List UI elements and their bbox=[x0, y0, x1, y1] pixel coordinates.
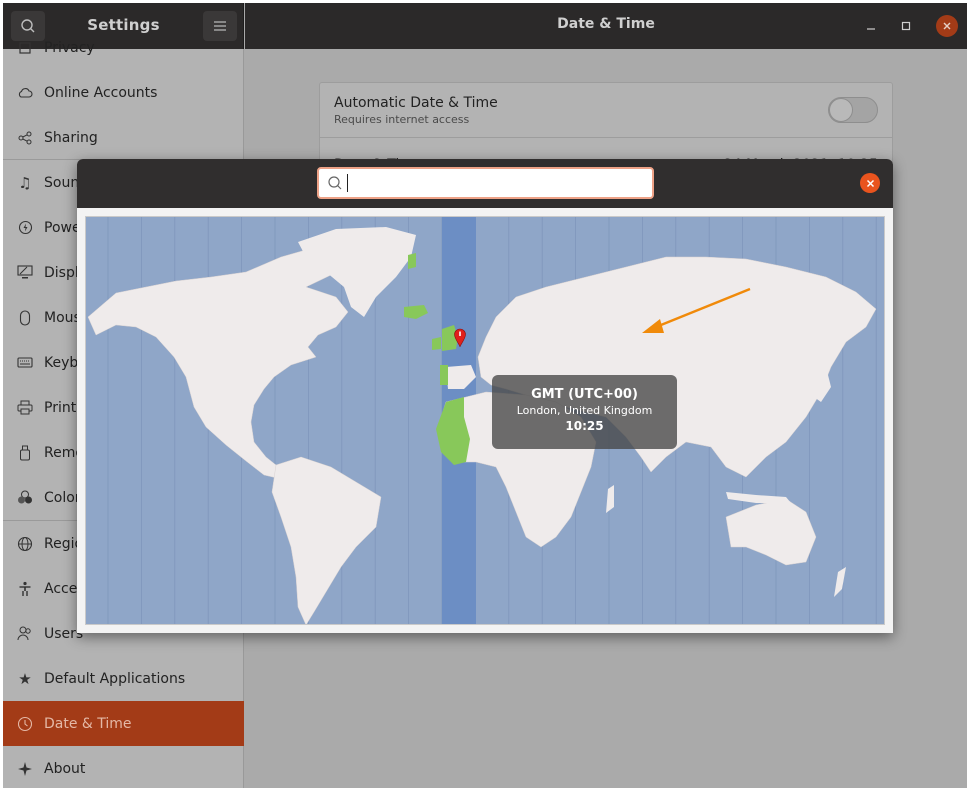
sidebar-item-online-accounts[interactable]: Online Accounts bbox=[3, 70, 244, 115]
display-icon bbox=[15, 265, 35, 280]
sidebar-item-label: Privacy bbox=[44, 39, 95, 56]
timezone-map[interactable]: GMT (UTC+00) London, United Kingdom 10:2… bbox=[85, 216, 885, 625]
page-title: Date & Time bbox=[557, 16, 655, 32]
search-icon bbox=[328, 176, 342, 190]
land-indonesia bbox=[726, 492, 791, 503]
dialog-close-button[interactable] bbox=[860, 173, 880, 193]
sidebar-item-default-applications[interactable]: ★ Default Applications bbox=[3, 656, 244, 701]
world-map bbox=[87, 217, 877, 624]
cloud-icon bbox=[15, 87, 35, 99]
share-icon bbox=[15, 131, 35, 145]
mouse-icon bbox=[15, 309, 35, 326]
clock-icon bbox=[15, 716, 35, 732]
maximize-button[interactable] bbox=[895, 15, 917, 37]
timezone-search-input[interactable] bbox=[348, 170, 652, 196]
sparkle-icon bbox=[15, 761, 35, 777]
sidebar-item-label: Sharing bbox=[44, 129, 98, 146]
timezone-tooltip: GMT (UTC+00) London, United Kingdom 10:2… bbox=[492, 375, 677, 449]
globe-icon bbox=[15, 536, 35, 552]
printer-icon bbox=[15, 400, 35, 415]
timezone-search-field[interactable] bbox=[317, 167, 654, 199]
minimize-button[interactable] bbox=[860, 15, 882, 37]
accessibility-icon bbox=[15, 581, 35, 597]
automatic-date-time-label: Automatic Date & Time bbox=[334, 95, 498, 111]
toggle-knob bbox=[829, 98, 853, 122]
sidebar-item-label: Default Applications bbox=[44, 670, 186, 687]
keyboard-icon bbox=[15, 357, 35, 368]
automatic-date-time-toggle[interactable] bbox=[828, 97, 878, 123]
close-icon bbox=[866, 179, 874, 187]
sidebar-item-about[interactable]: About bbox=[3, 746, 244, 788]
sidebar-item-label: About bbox=[44, 760, 86, 777]
land-new-zealand bbox=[834, 567, 846, 597]
main-header: Date & Time bbox=[245, 3, 967, 49]
sidebar-item-label: Color bbox=[44, 489, 81, 506]
settings-window: Settings Date & Time Privacy Online Acco… bbox=[3, 3, 967, 788]
sidebar-item-label: Online Accounts bbox=[44, 84, 158, 101]
region-greenland-east bbox=[408, 253, 416, 269]
land-south-america bbox=[271, 456, 382, 624]
sidebar-item-label: Date & Time bbox=[44, 715, 132, 732]
land-madagascar bbox=[606, 485, 614, 513]
star-icon: ★ bbox=[18, 669, 32, 688]
timezone-dialog: GMT (UTC+00) London, United Kingdom 10:2… bbox=[77, 159, 893, 633]
land-australia bbox=[725, 498, 817, 566]
dialog-header bbox=[77, 159, 893, 208]
close-icon bbox=[943, 22, 951, 30]
maximize-icon bbox=[901, 21, 911, 31]
land-north-america bbox=[87, 242, 357, 480]
region-portugal bbox=[440, 365, 448, 385]
privacy-icon bbox=[15, 41, 35, 55]
sidebar-item-sharing[interactable]: Sharing bbox=[3, 115, 244, 160]
region-ireland bbox=[432, 337, 441, 350]
timezone-time: 10:25 bbox=[565, 419, 604, 433]
sidebar-item-date-time[interactable]: Date & Time bbox=[3, 701, 244, 746]
music-note-icon: ♫ bbox=[18, 173, 32, 192]
timezone-name: GMT (UTC+00) bbox=[531, 387, 638, 402]
timezone-location: London, United Kingdom bbox=[516, 404, 653, 417]
usb-icon bbox=[15, 445, 35, 461]
region-iceland bbox=[404, 305, 428, 319]
sidebar-item-privacy[interactable]: Privacy bbox=[3, 25, 244, 70]
users-icon bbox=[15, 626, 35, 641]
automatic-date-time-subtitle: Requires internet access bbox=[334, 113, 470, 126]
automatic-date-time-row: Automatic Date & Time Requires internet … bbox=[320, 83, 892, 138]
power-icon bbox=[15, 220, 35, 235]
color-icon bbox=[15, 490, 35, 505]
minimize-icon bbox=[867, 28, 875, 30]
close-window-button[interactable] bbox=[936, 15, 958, 37]
